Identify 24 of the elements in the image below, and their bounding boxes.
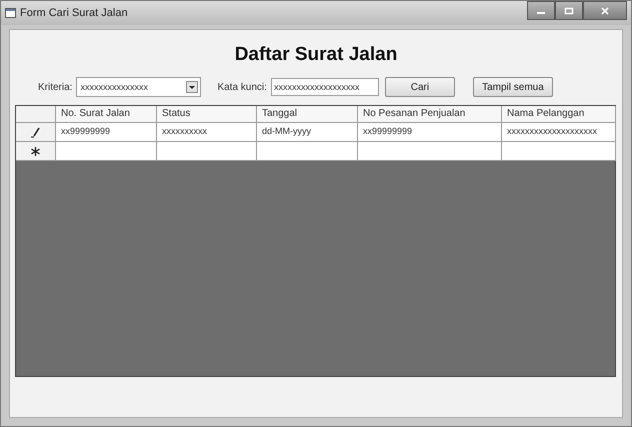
criteria-label: Kriteria: xyxy=(38,82,72,92)
column-header[interactable]: Status xyxy=(157,106,257,123)
row-header[interactable] xyxy=(16,123,56,142)
show-all-button[interactable]: Tampil semua xyxy=(472,77,553,97)
search-button[interactable]: Cari xyxy=(384,77,455,97)
row-header[interactable] xyxy=(16,142,56,161)
minimize-button[interactable] xyxy=(527,1,555,20)
close-icon xyxy=(600,6,610,14)
asterisk-icon xyxy=(30,146,41,156)
form-icon xyxy=(5,8,16,18)
criteria-dropdown[interactable]: xxxxxxxxxxxxxxx xyxy=(76,77,202,97)
maximize-icon xyxy=(564,6,574,14)
grid-corner-header xyxy=(16,106,56,123)
keyword-field[interactable]: xxxxxxxxxxxxxxxxxxx xyxy=(270,78,379,96)
column-header[interactable]: No. Surat Jalan xyxy=(56,106,157,123)
column-header[interactable]: Tanggal xyxy=(257,106,358,123)
pencil-icon xyxy=(30,126,42,138)
maximize-button[interactable] xyxy=(555,1,583,20)
column-header[interactable]: Nama Pelanggan xyxy=(502,106,616,123)
close-button[interactable] xyxy=(583,1,627,20)
column-header[interactable]: No Pesanan Penjualan xyxy=(358,106,502,123)
form-heading: Daftar Surat Jalan xyxy=(234,44,398,66)
keyword-label: Kata kunci: xyxy=(217,82,267,92)
window-title: Form Cari Surat Jalan xyxy=(20,7,128,19)
